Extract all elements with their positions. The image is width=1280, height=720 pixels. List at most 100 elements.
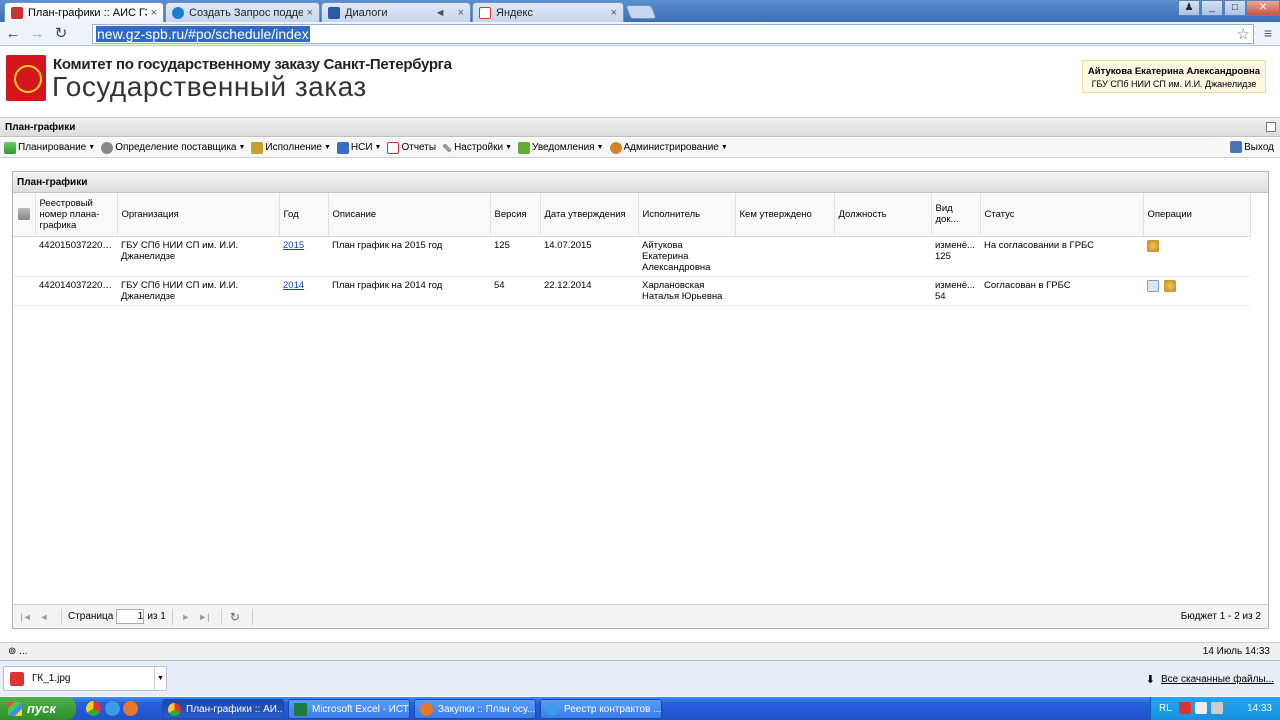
last-page-icon[interactable]: ►|: [197, 612, 211, 622]
start-button[interactable]: пуск: [0, 697, 76, 720]
emblem-sign-icon[interactable]: [1163, 279, 1176, 292]
caret-down-icon: ▼: [720, 144, 728, 151]
emblem-sign-icon[interactable]: [1147, 239, 1159, 252]
chrome-quicklaunch-icon[interactable]: [86, 701, 101, 716]
close-tab-icon[interactable]: ×: [151, 7, 157, 19]
first-page-icon[interactable]: |◄: [19, 612, 33, 622]
firefox-icon: [420, 702, 433, 716]
tab-title: План-графики :: АИС ГЗ: [28, 6, 147, 19]
url-input[interactable]: new.gz-spb.ru/#po/schedule/index: [92, 24, 1254, 44]
menu-reports[interactable]: Отчеты: [387, 141, 436, 154]
menu-planning[interactable]: Планирование ▼: [4, 141, 95, 154]
main-menu: Планирование ▼ Определение поставщика ▼ Ис…: [0, 138, 1280, 158]
pager-separator: [61, 608, 62, 625]
column-header[interactable]: Описание: [328, 193, 491, 237]
caret-down-icon: ▼: [505, 144, 513, 151]
wrench-icon: [442, 142, 453, 153]
next-page-icon[interactable]: ►: [179, 612, 193, 622]
forward-icon[interactable]: →: [28, 25, 46, 43]
pager-separator: [220, 608, 222, 625]
column-header[interactable]: Год: [279, 193, 329, 237]
column-header[interactable]: Операции: [1143, 193, 1251, 237]
column-header[interactable]: Кем утверждено: [735, 193, 835, 237]
prev-page-icon[interactable]: ◄: [37, 612, 51, 622]
edit-document-icon[interactable]: [1147, 279, 1159, 292]
column-header[interactable]: Статус: [980, 193, 1144, 237]
address-bar-row: ← → ↻ new.gz-spb.ru/#po/schedule/index ☆…: [0, 22, 1280, 46]
cell-description: План график на 2015 год: [328, 236, 490, 277]
column-header[interactable]: Организация: [117, 193, 280, 237]
close-tab-icon[interactable]: ×: [458, 7, 464, 19]
menu-label: Уведомления: [532, 142, 595, 153]
all-downloads-link[interactable]: Все скачанные файлы...: [1161, 674, 1274, 685]
taskbar-window-firefox[interactable]: Закупки :: План осу...: [414, 699, 536, 719]
cell-version: 54: [490, 276, 540, 306]
tab-title: Диалоги: [345, 6, 388, 19]
cell-executor: Харлановская Наталья Юрьевна: [638, 276, 735, 306]
tab-plan-graphics[interactable]: План-графики :: АИС ГЗ ×: [4, 2, 164, 22]
back-icon[interactable]: ←: [4, 25, 22, 43]
menu-settings[interactable]: Настройки ▼: [442, 142, 512, 153]
report-icon: [387, 141, 400, 154]
cell-reg-number: 4420150372200...: [35, 236, 117, 277]
cell-status: Согласован в ГРБС: [980, 276, 1143, 306]
year-link[interactable]: 2014: [283, 280, 304, 291]
cell-version: 125: [490, 236, 540, 277]
tab-yandex[interactable]: Яндекс ×: [472, 2, 624, 22]
delete-column-header: [13, 193, 36, 237]
image-file-icon: [10, 671, 24, 686]
menu-nsi[interactable]: НСИ ▼: [336, 141, 382, 154]
tab-support-request[interactable]: Создать Запрос поддержки ×: [165, 2, 320, 22]
ie-quicklaunch-icon[interactable]: [105, 701, 120, 716]
book-icon: [336, 141, 349, 154]
chevron-down-icon[interactable]: ▼: [154, 667, 166, 690]
new-tab-button[interactable]: [625, 5, 657, 19]
year-link[interactable]: 2015: [283, 240, 304, 251]
download-filename: ГК_1.jpg: [32, 673, 71, 684]
exit-button[interactable]: Выход: [1230, 141, 1274, 153]
close-tab-icon[interactable]: ×: [307, 7, 313, 19]
maximize-button[interactable]: □: [1224, 0, 1246, 16]
caret-down-icon: ▼: [374, 144, 382, 151]
column-header[interactable]: Исполнитель: [638, 193, 736, 237]
close-tab-icon[interactable]: ×: [611, 7, 617, 19]
column-header[interactable]: Дата утверждения: [540, 193, 639, 237]
menu-administration[interactable]: Администрирование ▼: [609, 141, 728, 154]
collapse-panel-button[interactable]: [1266, 122, 1276, 132]
volume-tray-icon[interactable]: [1211, 702, 1223, 714]
language-indicator[interactable]: RL: [1159, 703, 1172, 714]
firefox-quicklaunch-icon[interactable]: [123, 701, 138, 716]
refresh-icon[interactable]: ↻: [228, 610, 242, 624]
column-header[interactable]: Версия: [490, 193, 541, 237]
user-icon[interactable]: ♟: [1178, 0, 1200, 16]
ie-favicon: [172, 6, 184, 19]
wrench-icon[interactable]: ≡: [1264, 25, 1272, 41]
cell-year: 2014: [279, 276, 328, 306]
menu-notifications[interactable]: Уведомления ▼: [518, 141, 604, 154]
column-header[interactable]: Вид док...: [931, 193, 981, 237]
minimize-button[interactable]: _: [1201, 0, 1223, 16]
reload-icon[interactable]: ↻: [52, 25, 70, 43]
column-header[interactable]: Должность: [834, 193, 932, 237]
column-header[interactable]: Реестровый номер плана-графика: [35, 193, 118, 237]
site-favicon: [11, 6, 23, 19]
close-window-button[interactable]: ✕: [1246, 0, 1280, 16]
menu-execution[interactable]: Исполнение ▼: [251, 141, 331, 154]
network-tray-icon[interactable]: [1195, 702, 1207, 714]
bookmark-star-icon[interactable]: ☆: [1237, 25, 1250, 43]
taskbar-window-chrome[interactable]: План-графики :: АИ...: [162, 699, 284, 719]
antivirus-tray-icon[interactable]: [1179, 702, 1191, 714]
briefcase-icon: [251, 141, 264, 154]
cell-status: На согласовании в ГРБС: [980, 236, 1143, 277]
caret-down-icon: ▼: [596, 144, 604, 151]
taskbar-window-ie[interactable]: Реестр контрактов ...: [540, 699, 662, 719]
spb-emblem-logo: [6, 55, 46, 101]
taskbar-window-excel[interactable]: Microsoft Excel - ИСТ...: [288, 699, 410, 719]
table-row[interactable]: 4420140372200... ГБУ СПб НИИ СП им. И.И.…: [13, 276, 1250, 306]
table-row[interactable]: 4420150372200... ГБУ СПб НИИ СП им. И.И.…: [13, 236, 1250, 277]
tab-dialogs[interactable]: Диалоги ◄ ×: [321, 2, 471, 22]
download-item[interactable]: ГК_1.jpg ▼: [3, 666, 167, 691]
tab-title: Яндекс: [496, 6, 533, 19]
menu-supplier[interactable]: Определение поставщика ▼: [101, 141, 245, 154]
page-number-input[interactable]: [116, 609, 145, 624]
